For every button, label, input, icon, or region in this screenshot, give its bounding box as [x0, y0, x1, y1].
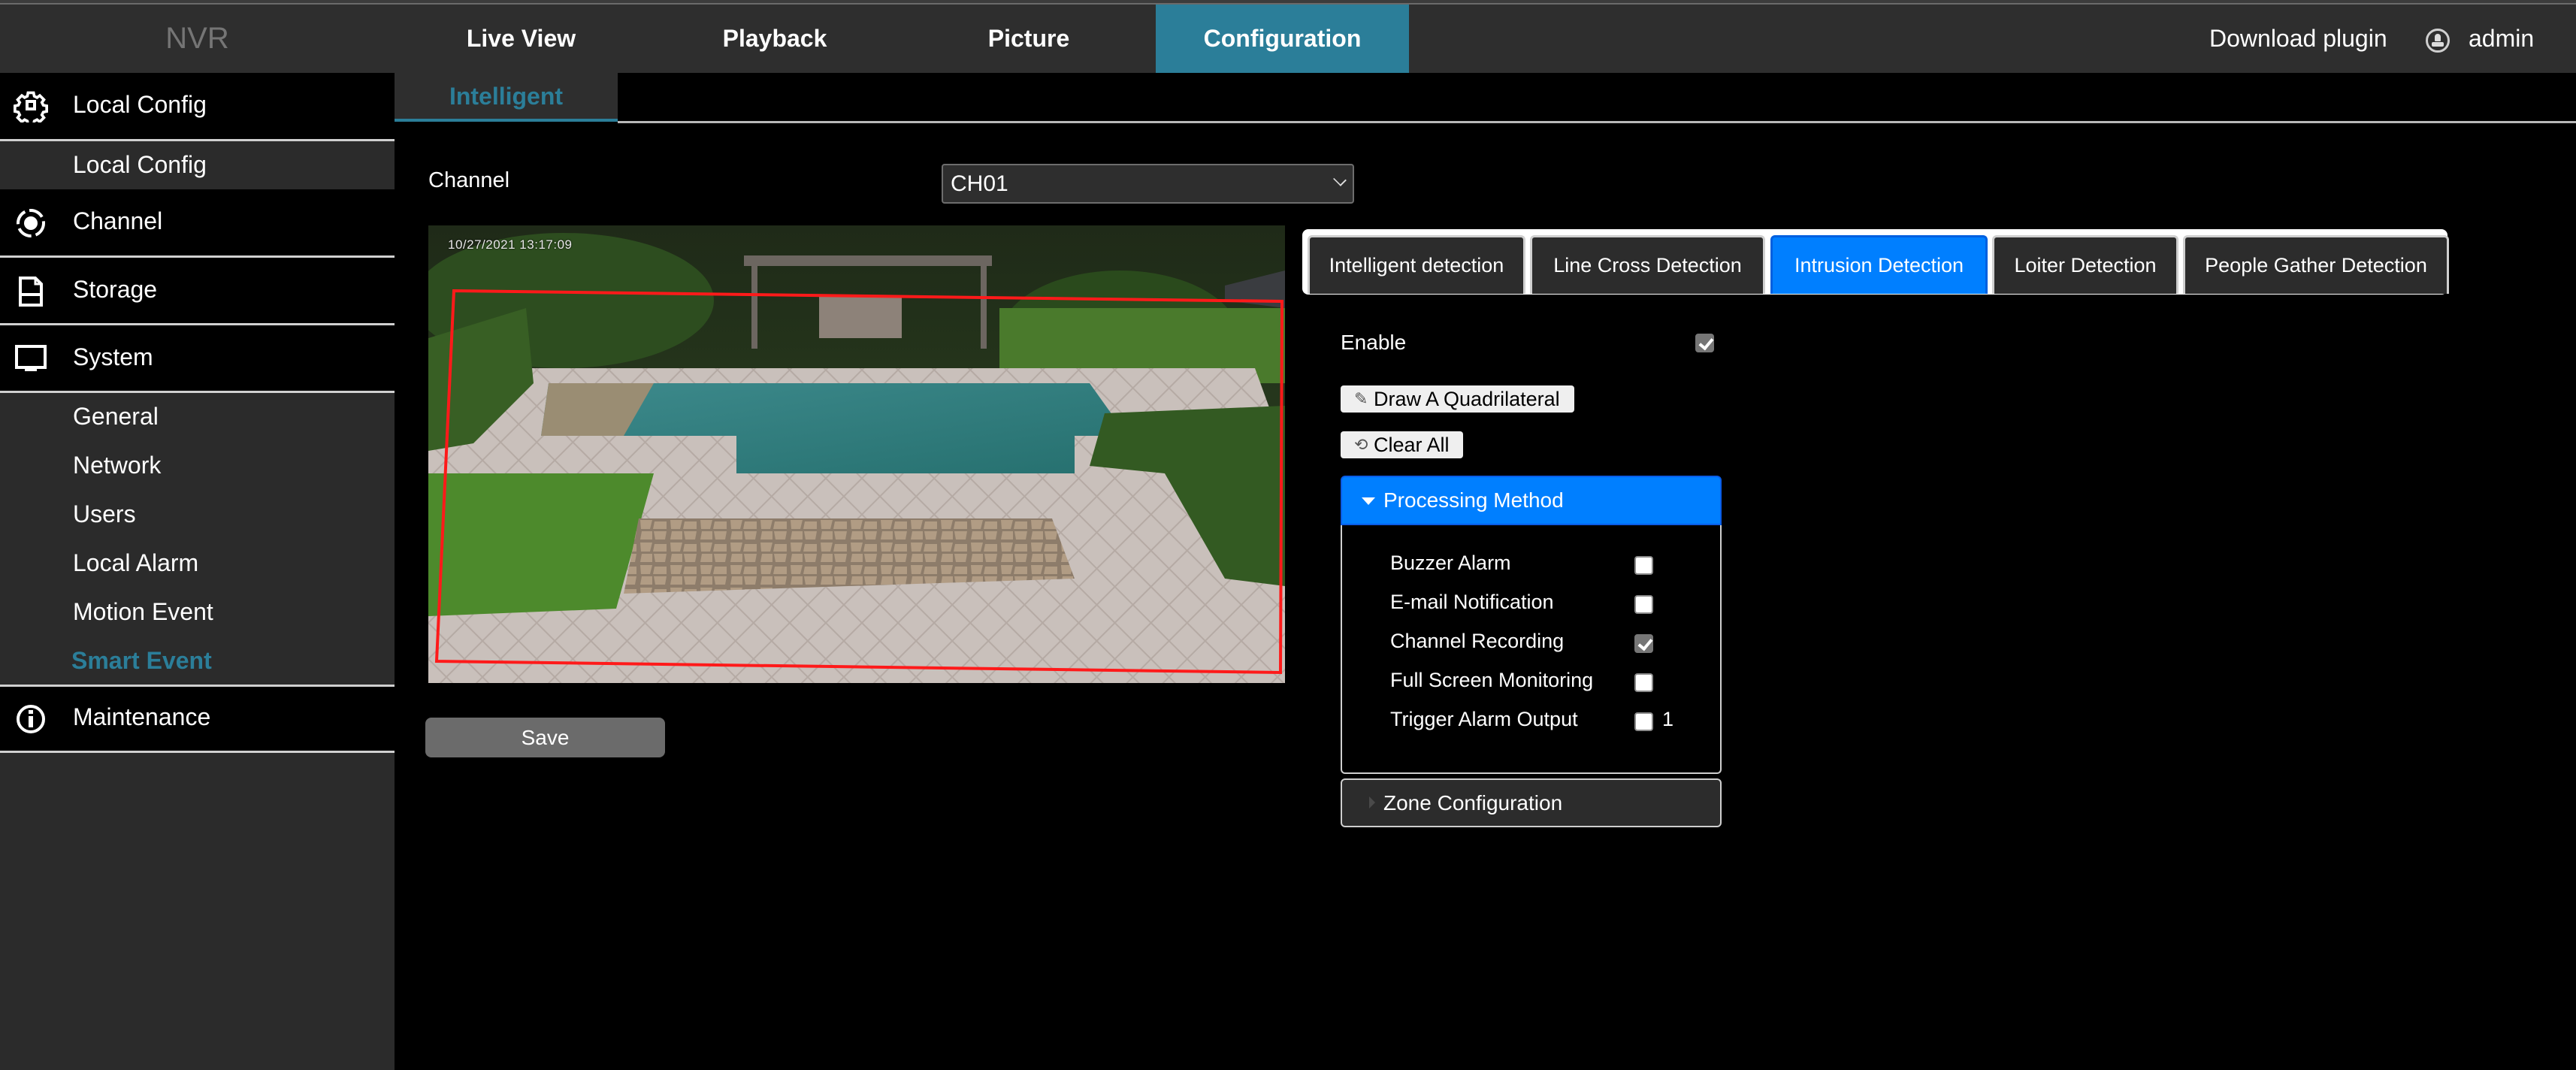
processing-method-title: Processing Method	[1383, 488, 1564, 512]
save-button[interactable]: Save	[425, 718, 665, 757]
nav-playback[interactable]: Playback	[648, 5, 902, 73]
channel-select-value: CH01	[951, 171, 1008, 196]
sidebar-item-network[interactable]: Network	[73, 452, 161, 479]
draw-quadrilateral-label: Draw A Quadrilateral	[1374, 388, 1560, 410]
storage-icon	[19, 277, 43, 307]
refresh-icon: ⟲	[1354, 435, 1368, 454]
info-icon	[17, 705, 45, 733]
video-preview[interactable]: 10/27/2021 13:17:09	[428, 225, 1285, 683]
scene-pergola	[744, 255, 992, 266]
email-notification-checkbox[interactable]	[1634, 595, 1653, 614]
trigger-alarm-output-checkbox[interactable]	[1634, 712, 1653, 731]
tab-line-cross-detection[interactable]: Line Cross Detection	[1530, 235, 1765, 294]
sidebar-section-label: Channel	[73, 207, 163, 234]
buzzer-alarm-label: Buzzer Alarm	[1390, 552, 1511, 574]
nav-live-view[interactable]: Live View	[395, 5, 648, 73]
camera-lens-icon	[17, 209, 45, 237]
tab-loiter-detection[interactable]: Loiter Detection	[1992, 235, 2178, 294]
top-bar: NVR Live View Playback Picture Configura…	[0, 0, 2576, 73]
channel-label: Channel	[428, 168, 510, 192]
nav-picture[interactable]: Picture	[902, 5, 1156, 73]
channel-recording-label: Channel Recording	[1390, 630, 1565, 652]
zone-configuration-header[interactable]: Zone Configuration	[1341, 778, 1722, 827]
enable-label: Enable	[1341, 331, 1407, 354]
monitor-icon	[15, 345, 47, 371]
buzzer-alarm-checkbox[interactable]	[1634, 556, 1653, 575]
divider	[0, 751, 395, 753]
clear-all-label: Clear All	[1374, 434, 1450, 456]
email-notification-label: E-mail Notification	[1390, 591, 1554, 613]
sidebar-item-local-config[interactable]: Local Config	[73, 151, 207, 179]
chevron-down-icon	[1333, 173, 1347, 186]
channel-select[interactable]: CH01	[942, 164, 1354, 204]
sidebar: Local Config Local Config Channel Storag…	[0, 73, 395, 1070]
clear-all-button[interactable]: ⟲ Clear All	[1341, 431, 1463, 458]
brand-logo: NVR	[165, 22, 229, 55]
processing-method-header[interactable]: Processing Method	[1341, 476, 1722, 525]
sidebar-section-local-config[interactable]: Local Config	[0, 73, 395, 141]
full-screen-monitoring-checkbox[interactable]	[1634, 673, 1653, 692]
video-scene	[428, 225, 1285, 683]
divider	[0, 139, 395, 141]
subtab-divider	[618, 121, 2576, 123]
pencil-icon: ✎	[1354, 389, 1368, 408]
zone-configuration-title: Zone Configuration	[1383, 791, 1563, 815]
gear-icon	[14, 91, 48, 122]
sidebar-section-label: Maintenance	[73, 703, 211, 730]
user-name[interactable]: admin	[2469, 5, 2534, 73]
caret-right-icon	[1369, 796, 1375, 809]
sidebar-section-storage[interactable]: Storage	[0, 258, 395, 325]
draw-quadrilateral-button[interactable]: ✎ Draw A Quadrilateral	[1341, 385, 1574, 413]
scene-spa	[819, 297, 902, 338]
sidebar-item-general[interactable]: General	[73, 403, 159, 431]
video-timestamp: 10/27/2021 13:17:09	[448, 237, 573, 252]
sidebar-section-label: Storage	[73, 276, 158, 303]
scene-lawn	[428, 473, 654, 616]
download-plugin-link[interactable]: Download plugin	[2209, 5, 2387, 73]
detection-tabs: Intelligent detection Line Cross Detecti…	[1302, 229, 2449, 295]
tab-intelligent-detection[interactable]: Intelligent detection	[1308, 235, 1525, 294]
nav-configuration[interactable]: Configuration	[1156, 5, 1409, 73]
full-screen-monitoring-label: Full Screen Monitoring	[1390, 669, 1594, 691]
alarm-output-number: 1	[1662, 708, 1674, 730]
sidebar-section-maintenance[interactable]: Maintenance	[0, 685, 395, 753]
sidebar-item-local-alarm[interactable]: Local Alarm	[73, 549, 198, 577]
sidebar-section-system[interactable]: System	[0, 325, 395, 393]
sidebar-item-motion-event[interactable]: Motion Event	[73, 598, 213, 626]
tab-people-gather-detection[interactable]: People Gather Detection	[2183, 235, 2449, 294]
tab-intelligent[interactable]: Intelligent	[395, 73, 618, 122]
sidebar-section-channel[interactable]: Channel	[0, 189, 395, 258]
sidebar-section-label: System	[73, 343, 153, 370]
divider	[0, 391, 395, 393]
sidebar-item-smart-event[interactable]: Smart Event	[71, 647, 212, 675]
sidebar-section-label: Local Config	[73, 91, 207, 118]
caret-down-icon	[1362, 497, 1375, 505]
tab-intrusion-detection[interactable]: Intrusion Detection	[1770, 235, 1988, 294]
channel-recording-checkbox[interactable]	[1634, 634, 1653, 653]
enable-checkbox[interactable]	[1695, 334, 1714, 352]
user-circle-icon[interactable]	[2426, 29, 2450, 53]
sidebar-item-users[interactable]: Users	[73, 500, 136, 528]
trigger-alarm-output-label: Trigger Alarm Output	[1390, 708, 1578, 730]
